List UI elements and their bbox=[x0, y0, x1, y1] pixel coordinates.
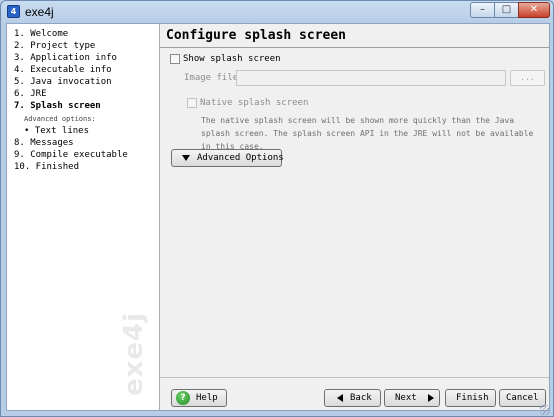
show-splash-checkbox[interactable] bbox=[170, 54, 180, 64]
arrow-left-icon bbox=[337, 394, 343, 402]
help-button[interactable]: ? Help bbox=[171, 389, 227, 407]
native-splash-description: The native splash screen will be shown m… bbox=[201, 116, 534, 151]
finish-button[interactable]: Finish bbox=[445, 389, 496, 407]
wizard-steps-sidebar: 1. Welcome 2. Project type 3. Applicatio… bbox=[7, 24, 160, 410]
resize-grip-icon[interactable] bbox=[540, 405, 550, 415]
footer-divider bbox=[160, 377, 549, 378]
back-label: Back bbox=[350, 393, 372, 403]
native-splash-checkbox[interactable] bbox=[187, 98, 197, 108]
page-title: Configure splash screen bbox=[166, 28, 347, 43]
cancel-label: Cancel bbox=[506, 393, 539, 403]
step-executable-info[interactable]: 4. Executable info bbox=[14, 65, 112, 75]
browse-button[interactable]: ... bbox=[510, 70, 545, 86]
title-divider bbox=[160, 47, 549, 48]
step-application-info[interactable]: 3. Application info bbox=[14, 53, 117, 63]
maximize-button[interactable]: □ bbox=[494, 2, 519, 18]
image-file-field[interactable] bbox=[236, 70, 506, 86]
native-splash-label[interactable]: Native splash screen bbox=[200, 98, 308, 108]
step-java-invocation[interactable]: 5. Java invocation bbox=[14, 77, 112, 87]
next-button[interactable]: Next bbox=[384, 389, 440, 407]
help-icon: ? bbox=[176, 391, 190, 405]
close-button[interactable]: ✕ bbox=[518, 2, 550, 18]
arrow-right-icon bbox=[428, 394, 434, 402]
step-splash-screen[interactable]: 7. Splash screen bbox=[14, 101, 101, 111]
triangle-down-icon bbox=[182, 155, 190, 161]
cancel-button[interactable]: Cancel bbox=[499, 389, 546, 407]
minimize-button[interactable]: – bbox=[470, 2, 495, 18]
next-label: Next bbox=[395, 393, 417, 403]
image-file-label: Image file: bbox=[184, 73, 244, 83]
back-button[interactable]: Back bbox=[324, 389, 381, 407]
advanced-options-header: Advanced options: bbox=[24, 115, 96, 123]
app-window: 4 exe4j – □ ✕ 1. Welcome 2. Project type… bbox=[0, 0, 554, 417]
finish-label: Finish bbox=[456, 393, 489, 403]
exe4j-app-icon: 4 bbox=[7, 5, 20, 18]
title-bar[interactable]: 4 exe4j – □ ✕ bbox=[1, 1, 553, 23]
wizard-client-area: 1. Welcome 2. Project type 3. Applicatio… bbox=[6, 23, 550, 411]
splash-screen-panel: Configure splash screen Show splash scre… bbox=[160, 24, 549, 410]
advanced-options-label: Advanced Options bbox=[197, 153, 284, 163]
step-jre[interactable]: 6. JRE bbox=[14, 89, 47, 99]
window-title: exe4j bbox=[25, 5, 54, 19]
show-splash-label[interactable]: Show splash screen bbox=[183, 54, 281, 64]
exe4j-watermark: exe4j bbox=[119, 311, 149, 396]
step-messages[interactable]: 8. Messages bbox=[14, 138, 74, 148]
step-finished[interactable]: 10. Finished bbox=[14, 162, 79, 172]
advanced-options-button[interactable]: Advanced Options bbox=[171, 149, 284, 167]
help-label: Help bbox=[196, 393, 218, 403]
step-welcome[interactable]: 1. Welcome bbox=[14, 29, 68, 39]
step-text-lines[interactable]: • Text lines bbox=[24, 126, 89, 136]
step-compile-executable[interactable]: 9. Compile executable bbox=[14, 150, 128, 160]
step-project-type[interactable]: 2. Project type bbox=[14, 41, 95, 51]
